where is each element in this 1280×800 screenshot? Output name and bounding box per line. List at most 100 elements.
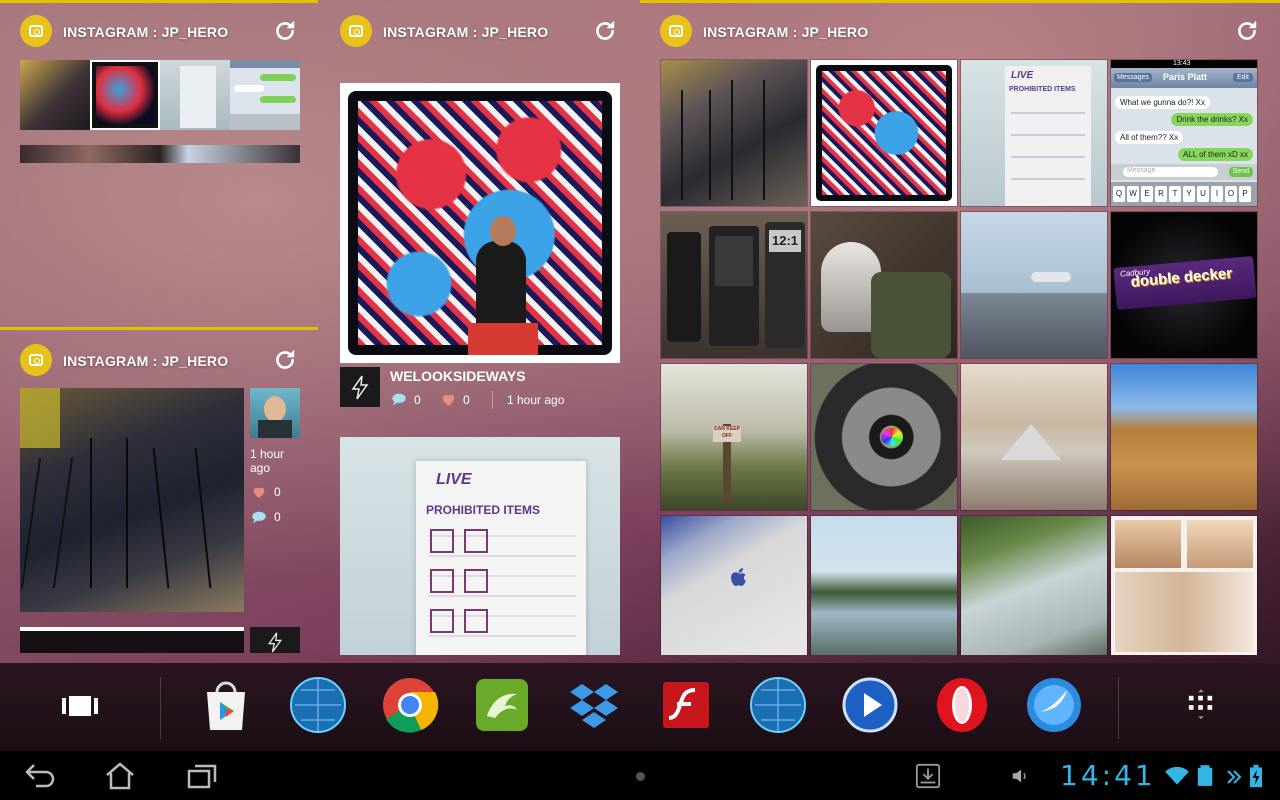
post-photo-octopus-mural[interactable] [340,83,620,363]
instagram-camera-icon [340,15,372,47]
next-post-photo[interactable] [20,627,244,653]
key: Q [1113,186,1125,202]
user-avatar[interactable] [250,388,300,438]
grid-photo-phones[interactable]: 12:1 [661,212,807,358]
download-icon[interactable] [914,763,942,789]
grid-photo-airport[interactable] [961,212,1107,358]
comment-icon[interactable] [390,391,408,407]
widget-accent-line [0,0,318,3]
widget-title: INSTAGRAM : JP_HERO [63,24,229,40]
grid-photo-motorcycle-wheel[interactable] [811,364,957,510]
clock[interactable]: 14:41 [1060,759,1156,792]
media-player-icon[interactable] [841,676,899,734]
key: P [1239,186,1251,202]
grid-photo-ipad[interactable] [661,516,807,655]
key: W [1127,186,1139,202]
sign-event-label: LIVE [1011,70,1034,81]
key: R [1155,186,1167,202]
thumbnail-chat[interactable] [230,60,300,130]
likes-count: 0 [274,485,281,499]
post-photo-prohibited-sign[interactable]: LIVE PROHIBITED ITEMS [340,437,620,655]
grid-photo-misty-lake[interactable] [811,516,957,655]
chat-send-button: Send [1228,167,1253,177]
grid-photo-prohibited-sign[interactable]: LIVE PROHIBITED ITEMS [961,60,1107,206]
post-sign-text: DAN KEEP OFF [713,426,741,442]
instagram-widget-bottomleft: INSTAGRAM : JP_HERO 1 hour ago 0 0 [0,327,318,653]
thumbnail-sign[interactable] [160,60,230,130]
chrome-icon[interactable] [381,676,439,734]
grid-photo-octopus[interactable] [811,60,957,206]
lightning-logo-icon [351,375,369,400]
key: U [1197,186,1209,202]
sign-event-label: LIVE [436,471,472,488]
grid-photo-trees-lake[interactable] [961,516,1107,655]
dolphin-browser-icon[interactable] [473,676,531,734]
comments-count: 0 [274,510,281,524]
refresh-icon[interactable] [272,347,298,373]
chat-edit-button: Edit [1232,73,1253,82]
page-indicator-dot [636,772,645,781]
widget-title: INSTAGRAM : JP_HERO [703,24,869,40]
play-store-icon[interactable] [197,676,255,734]
widget-header: INSTAGRAM : JP_HERO [0,14,318,50]
chat-msg-4: ALL of them xD xx [1177,148,1253,161]
globe-browser-2-icon[interactable] [749,676,807,734]
chat-msg-3: All of them?? Xx [1115,131,1184,144]
heart-icon[interactable] [251,484,267,500]
chat-keyboard: Q W E R T Y U I O P [1111,182,1257,206]
post-time: 1 hour ago [250,447,285,475]
dropbox-icon[interactable] [565,676,623,734]
instagram-widget-middle: INSTAGRAM : JP_HERO WELOOKSIDEWAYS 0 0 1… [320,0,638,655]
thumbnail-octopus[interactable] [90,60,160,130]
globe-browser-icon[interactable] [289,676,347,734]
recent-apps-icon[interactable] [62,696,98,716]
thumbnail-cameras[interactable] [20,60,90,130]
post-time: 1 hour ago [507,393,565,407]
thumbnail-row-2[interactable] [20,145,300,163]
grid-photo-cameras[interactable] [661,60,807,206]
recent-apps-button[interactable] [184,759,220,793]
poster-avatar[interactable] [340,367,380,407]
app-drawer-icon[interactable] [1187,687,1215,727]
grid-photo-candy-bar[interactable]: Cadbury double decker [1111,212,1257,358]
phone-screen-time: 12:1 [769,230,801,252]
grid-photo-husky[interactable] [811,212,957,358]
key: I [1211,186,1223,202]
next-post-avatar[interactable] [250,627,300,653]
back-button[interactable] [22,759,58,793]
web-explorer-icon[interactable] [1025,676,1083,734]
widget-title: INSTAGRAM : JP_HERO [63,353,229,369]
grid-photo-collage[interactable] [1111,516,1257,655]
key: Y [1183,186,1195,202]
system-bar: 14:41 [0,751,1280,800]
chat-contact: Paris Platt [1163,72,1208,82]
grid-photo-chat[interactable]: 13:43 Messages Paris Platt Edit What we … [1111,60,1257,206]
key: O [1225,186,1237,202]
expand-arrows-icon[interactable] [1226,769,1242,785]
grid-photo-lake-sign[interactable]: DAN KEEP OFF [661,364,807,510]
poster-username[interactable]: WELOOKSIDEWAYS [390,368,526,384]
home-button[interactable] [102,759,138,793]
instagram-widget-topleft: INSTAGRAM : JP_HERO [0,0,318,325]
instagram-camera-icon [20,344,52,376]
volume-icon[interactable] [1010,765,1032,787]
home-icon [106,762,134,790]
refresh-icon[interactable] [592,18,618,44]
wifi-icon [1165,766,1189,785]
apple-logo-icon [731,568,746,586]
meta-divider [492,391,493,409]
heart-icon[interactable] [440,391,457,408]
comments-count: 0 [414,393,421,407]
instagram-camera-icon [20,15,52,47]
flash-player-icon[interactable] [657,676,715,734]
refresh-icon[interactable] [1234,18,1260,44]
refresh-icon[interactable] [272,18,298,44]
grid-photo-canyon[interactable] [1111,364,1257,510]
sign-title: PROHIBITED ITEMS [426,503,541,517]
grid-photo-mall[interactable] [961,364,1107,510]
dock-separator [160,677,161,739]
likes-count: 0 [463,393,470,407]
comment-icon[interactable] [251,509,267,525]
opera-icon[interactable] [933,676,991,734]
post-photo-cameras[interactable] [20,388,244,612]
